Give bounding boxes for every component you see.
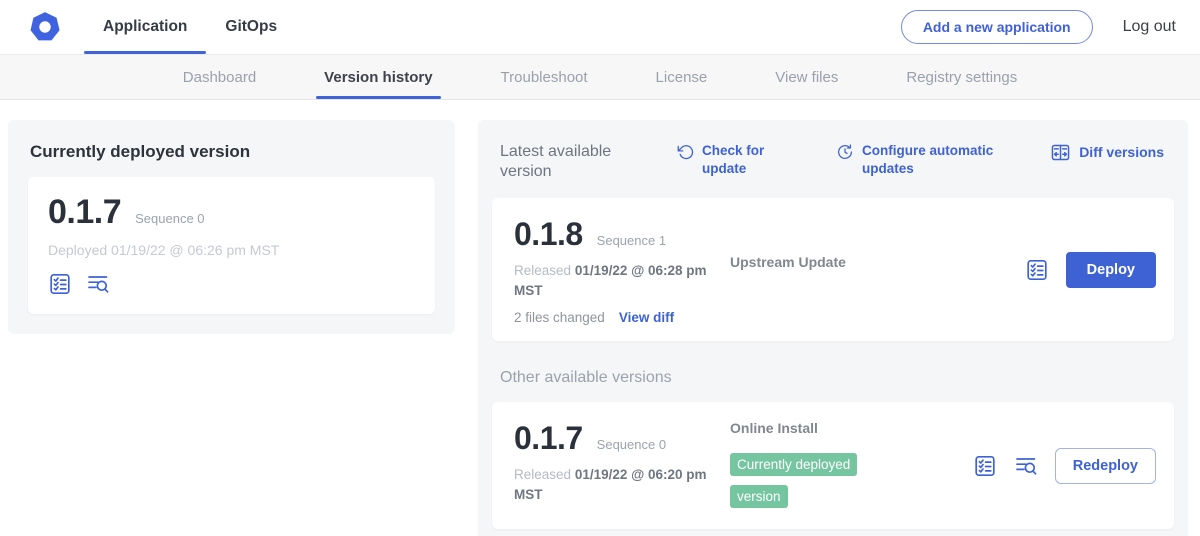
view-logs-button[interactable]	[1014, 454, 1038, 478]
deployed-sequence-label: Sequence 0	[135, 211, 204, 226]
add-application-button[interactable]: Add a new application	[901, 10, 1093, 44]
clock-refresh-icon	[836, 143, 854, 161]
tab-gitops[interactable]: GitOps	[206, 0, 296, 54]
configure-automatic-updates-button[interactable]: Configure automatic updates	[836, 142, 1012, 177]
checklist-icon	[48, 272, 72, 296]
currently-deployed-panel: Currently deployed version 0.1.7 Sequenc…	[8, 120, 455, 334]
refresh-icon	[676, 143, 694, 161]
diff-versions-button[interactable]: Diff versions	[1050, 142, 1164, 163]
configure-automatic-updates-label: Configure automatic updates	[862, 142, 1012, 177]
version-source-label: Online Install	[730, 420, 973, 436]
redeploy-button[interactable]: Redeploy	[1055, 448, 1156, 484]
view-logs-button[interactable]	[86, 272, 110, 296]
released-label: Released	[514, 467, 571, 482]
latest-sequence-label: Sequence 1	[597, 233, 666, 248]
release-notes-button[interactable]	[48, 272, 72, 296]
files-changed-label: 2 files changed	[514, 310, 605, 325]
app-subnav: Dashboard Version history Troubleshoot L…	[0, 55, 1200, 100]
version-source-label: Upstream Update	[730, 254, 846, 270]
check-for-update-label: Check for update	[702, 142, 774, 177]
subnav-troubleshoot[interactable]: Troubleshoot	[467, 55, 622, 99]
available-panel-header: Latest available version Check for updat…	[492, 134, 1174, 198]
log-search-icon	[86, 272, 110, 296]
other-version-card: 0.1.7 Sequence 0 Released 01/19/22 @ 06:…	[492, 402, 1174, 529]
subnav-dashboard[interactable]: Dashboard	[149, 55, 290, 99]
view-diff-link[interactable]: View diff	[619, 310, 674, 325]
log-search-icon	[1014, 454, 1038, 478]
subnav-version-history[interactable]: Version history	[290, 55, 466, 99]
subnav-view-files[interactable]: View files	[741, 55, 872, 99]
deployed-version-card: 0.1.7 Sequence 0 Deployed 01/19/22 @ 06:…	[28, 177, 435, 314]
release-notes-button[interactable]	[973, 454, 997, 478]
available-versions-panel: Latest available version Check for updat…	[478, 120, 1188, 536]
subnav-license[interactable]: License	[622, 55, 742, 99]
header-tabs: Application GitOps	[84, 0, 296, 54]
deploy-button[interactable]: Deploy	[1066, 252, 1156, 288]
currently-deployed-badge: Currently deployed version	[730, 453, 857, 508]
tab-application[interactable]: Application	[84, 0, 206, 54]
other-version-number: 0.1.7	[514, 420, 583, 457]
subnav-registry-settings[interactable]: Registry settings	[872, 55, 1051, 99]
checklist-icon	[973, 454, 997, 478]
released-label: Released	[514, 263, 571, 278]
top-header: Application GitOps Add a new application…	[0, 0, 1200, 55]
available-panel-title: Latest available version	[500, 142, 632, 182]
latest-version-card: 0.1.8 Sequence 1 Released 01/19/22 @ 06:…	[492, 198, 1174, 341]
latest-version-number: 0.1.8	[514, 216, 583, 253]
release-notes-button[interactable]	[1025, 258, 1049, 282]
main-content: Currently deployed version 0.1.7 Sequenc…	[0, 100, 1200, 536]
other-sequence-label: Sequence 0	[597, 437, 666, 452]
other-versions-heading: Other available versions	[500, 369, 1166, 387]
deployed-version-number: 0.1.7	[48, 193, 121, 232]
deployed-panel-title: Currently deployed version	[30, 142, 435, 162]
logout-link[interactable]: Log out	[1123, 18, 1176, 36]
checklist-icon	[1025, 258, 1049, 282]
diff-versions-label: Diff versions	[1079, 143, 1164, 161]
check-for-update-button[interactable]: Check for update	[676, 142, 774, 177]
split-diff-icon	[1050, 142, 1071, 163]
app-logo-icon	[28, 10, 62, 44]
deployed-timestamp: Deployed 01/19/22 @ 06:26 pm MST	[48, 242, 415, 258]
